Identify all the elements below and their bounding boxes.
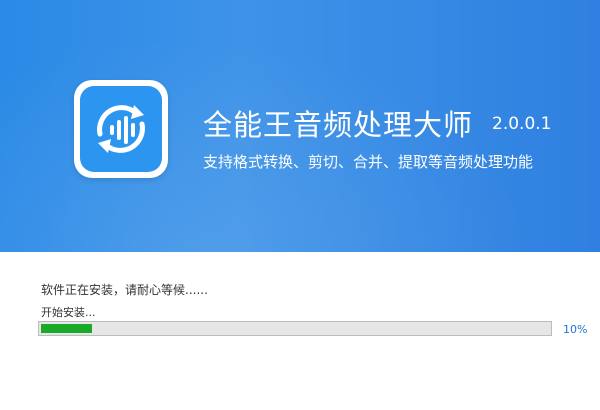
wave-bar xyxy=(124,116,128,144)
wave-bar xyxy=(131,123,135,137)
app-version: 2.0.0.1 xyxy=(492,114,552,134)
app-title: 全能王音频处理大师 xyxy=(203,108,474,142)
installer-window: 全能王音频处理大师 2.0.0.1 支持格式转换、剪切、合并、提取等音频处理功能… xyxy=(0,0,600,410)
refresh-arrowhead-bottom xyxy=(98,139,111,153)
install-progress-bar xyxy=(38,321,552,336)
refresh-arrowhead-top xyxy=(131,105,144,119)
app-logo xyxy=(74,80,168,178)
wave-bar xyxy=(117,120,121,140)
audio-waveform-refresh-icon xyxy=(97,105,145,153)
install-status-text: 软件正在安装，请耐心等候...... xyxy=(41,283,208,297)
wave-bar xyxy=(110,125,114,135)
header-banner: 全能王音频处理大师 2.0.0.1 支持格式转换、剪切、合并、提取等音频处理功能 xyxy=(0,0,600,252)
install-progress-fill xyxy=(41,324,92,333)
install-step-text: 开始安装... xyxy=(41,306,96,319)
install-progress-percent: 10% xyxy=(563,323,588,336)
app-subtitle: 支持格式转换、剪切、合并、提取等音频处理功能 xyxy=(203,153,534,171)
